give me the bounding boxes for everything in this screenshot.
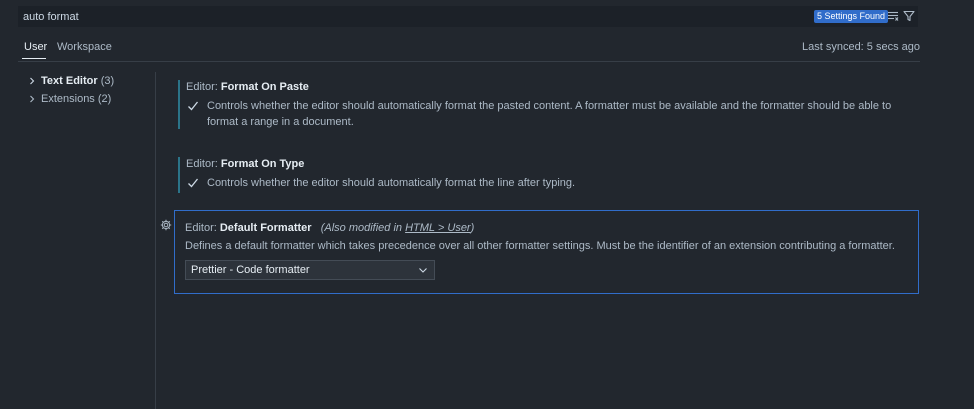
search-results-badge: 5 Settings Found <box>814 10 889 23</box>
list-filter-icon[interactable] <box>886 9 900 23</box>
chevron-right-icon <box>28 72 38 90</box>
checkmark-icon <box>188 178 199 188</box>
format-on-paste-checkbox[interactable] <box>186 99 200 113</box>
setting-key: Format On Paste <box>220 81 309 93</box>
setting-title: Editor: Format On Paste <box>186 80 908 94</box>
toc-item-text-editor[interactable]: Text Editor (3) <box>28 72 148 90</box>
toc-item-count: (2) <box>97 93 112 105</box>
toc-item-label: Text Editor <box>41 75 98 87</box>
setting-title: Editor: Default Formatter (Also modified… <box>185 221 910 235</box>
setting-title: Editor: Format On Type <box>186 157 908 171</box>
tabs-divider <box>18 61 920 62</box>
settings-editor: 5 Settings Found User Workspace Last syn… <box>0 0 974 409</box>
last-synced-status: Last synced: 5 secs ago <box>801 41 920 53</box>
toc-item-count: (3) <box>100 75 115 87</box>
modified-elsewhere-note: (Also modified in HTML > User) <box>320 222 475 234</box>
tab-active-indicator <box>22 58 46 59</box>
setting-default-formatter: Editor: Default Formatter (Also modified… <box>174 210 919 294</box>
setting-format-on-paste: Editor: Format On Paste Controls whether… <box>178 80 908 129</box>
toc-item-extensions[interactable]: Extensions (2) <box>28 90 148 108</box>
select-value: Prettier - Code formatter <box>191 264 310 276</box>
setting-value-row: Controls whether the editor should autom… <box>186 175 908 191</box>
checkmark-icon <box>188 101 199 111</box>
setting-format-on-type: Editor: Format On Type Controls whether … <box>178 157 908 193</box>
toc-splitter[interactable] <box>155 72 156 409</box>
setting-description: Controls whether the editor should autom… <box>207 177 576 189</box>
funnel-icon[interactable] <box>902 9 916 23</box>
setting-description: Controls whether the editor should autom… <box>207 100 892 128</box>
setting-category: Editor: <box>186 158 221 170</box>
setting-category: Editor: <box>186 81 221 93</box>
setting-description: Defines a default formatter which takes … <box>185 240 895 252</box>
settings-toc: Text Editor (3) Extensions (2) <box>28 72 148 108</box>
setting-category: Editor: <box>185 222 220 234</box>
chevron-down-icon <box>418 261 428 279</box>
chevron-right-icon <box>28 90 38 108</box>
tab-workspace[interactable]: Workspace <box>57 41 112 53</box>
format-on-type-checkbox[interactable] <box>186 176 200 190</box>
tab-user[interactable]: User <box>24 41 47 53</box>
gear-icon[interactable] <box>159 218 173 232</box>
setting-key: Format On Type <box>220 158 305 170</box>
modified-scope-link[interactable]: HTML > User <box>405 222 471 234</box>
settings-scope-tabs: User Workspace <box>18 38 920 61</box>
settings-search-input[interactable] <box>23 8 803 25</box>
settings-search-bar: 5 Settings Found <box>18 6 918 27</box>
default-formatter-select[interactable]: Prettier - Code formatter <box>185 260 435 280</box>
setting-value-row: Controls whether the editor should autom… <box>186 98 908 130</box>
setting-key: Default Formatter <box>219 222 312 234</box>
toc-item-label: Extensions <box>41 93 95 105</box>
